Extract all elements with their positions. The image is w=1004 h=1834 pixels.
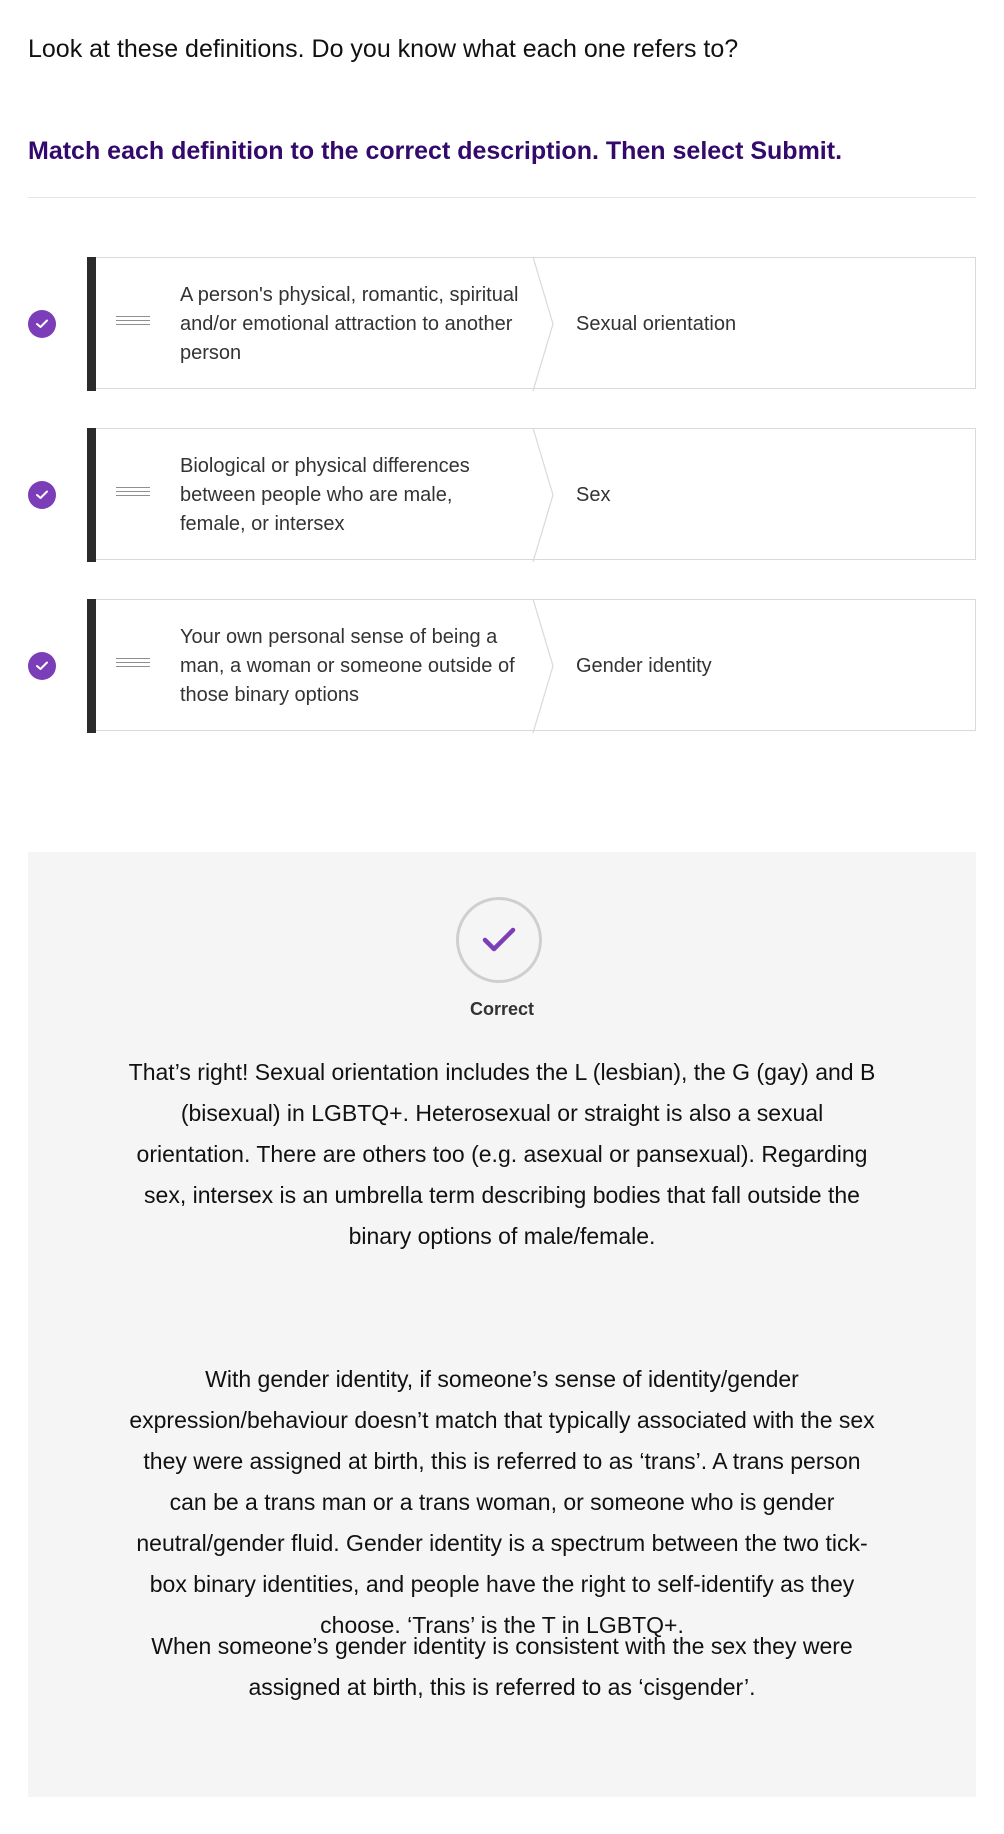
correct-feedback-icon — [456, 897, 542, 983]
answer-text: Sexual orientation — [576, 312, 737, 335]
definition-text[interactable]: Biological or physical differences betwe… — [180, 428, 520, 562]
checkmark-icon — [36, 661, 48, 670]
match-row: Your own personal sense of being a man, … — [28, 599, 976, 733]
answer-text: Sex — [576, 483, 611, 506]
definition-text[interactable]: Your own personal sense of being a man, … — [180, 599, 520, 733]
drag-handle-icon[interactable] — [116, 658, 150, 672]
definition-text[interactable]: A person's physical, romantic, spiritual… — [180, 257, 520, 391]
chevron-divider-icon — [532, 257, 554, 391]
chevron-divider-icon — [532, 428, 554, 562]
match-row: Biological or physical differences betwe… — [28, 428, 976, 562]
checkmark-icon — [36, 490, 48, 499]
question-block: Look at these definitions. Do you know w… — [28, 0, 976, 733]
feedback-paragraph: With gender identity, if someone’s sense… — [129, 1366, 875, 1638]
chevron-divider-icon — [532, 599, 554, 733]
correct-status-icon — [28, 652, 56, 680]
checkmark-icon — [482, 927, 516, 952]
feedback-panel: Correct That’s right! Sexual orientation… — [28, 852, 976, 1797]
drag-handle-icon[interactable] — [116, 487, 150, 501]
answer-text: Gender identity — [576, 654, 712, 677]
correct-status-icon — [28, 310, 56, 338]
divider — [28, 197, 976, 198]
card-accent-bar — [87, 257, 96, 391]
instruction-heading: Match each definition to the correct des… — [28, 137, 843, 165]
feedback-label: Correct — [469, 999, 535, 1019]
feedback-paragraph: That’s right! Sexual orientation include… — [128, 1059, 876, 1249]
match-row: A person's physical, romantic, spiritual… — [28, 257, 976, 391]
feedback-paragraph: When someone’s gender identity is consis… — [151, 1633, 853, 1700]
card-accent-bar — [87, 428, 96, 562]
checkmark-icon — [36, 319, 48, 328]
intro-text: Look at these definitions. Do you know w… — [28, 35, 739, 63]
correct-status-icon — [28, 481, 56, 509]
drag-handle-icon[interactable] — [116, 316, 150, 330]
card-accent-bar — [87, 599, 96, 733]
